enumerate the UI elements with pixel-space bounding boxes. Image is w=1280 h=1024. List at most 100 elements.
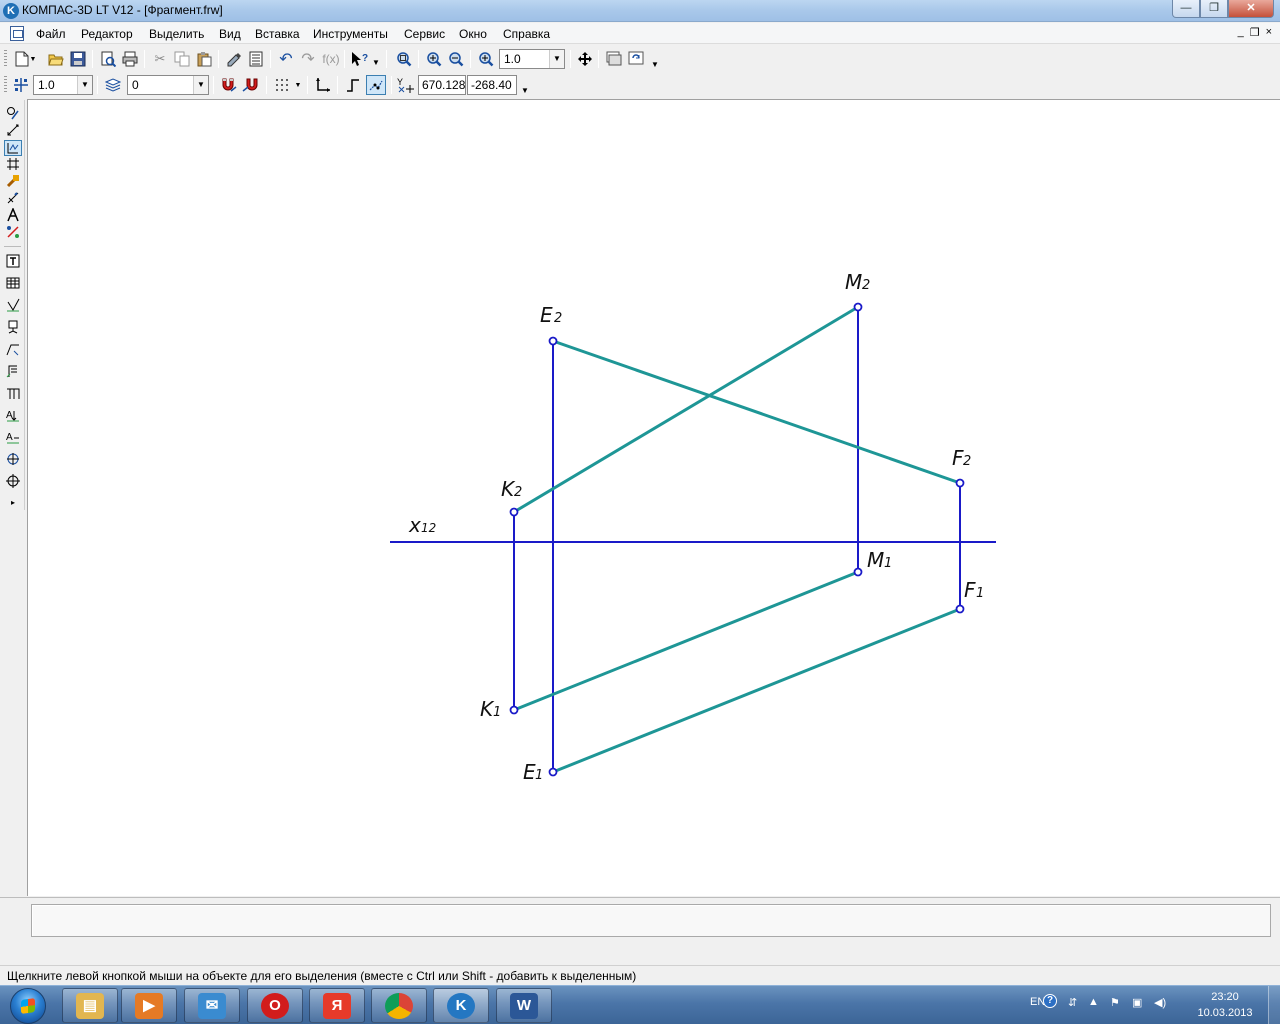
- show-desktop-button[interactable]: [1268, 986, 1280, 1024]
- dimensions-icon[interactable]: [4, 123, 22, 139]
- taskbar-media-player[interactable]: ▶: [121, 988, 177, 1023]
- undo-icon[interactable]: ↶: [276, 49, 296, 69]
- cut-line-icon[interactable]: A: [4, 408, 22, 424]
- paste-icon[interactable]: [194, 49, 214, 69]
- local-cs-icon[interactable]: [313, 75, 333, 95]
- help-icon[interactable]: ?: [1043, 994, 1057, 1008]
- snap-magnet-icon[interactable]: [219, 75, 239, 95]
- menu-select[interactable]: Выделить: [149, 27, 204, 41]
- menu-window[interactable]: Окно: [459, 27, 487, 41]
- action-center-flag-icon[interactable]: ⚑: [1110, 996, 1120, 1009]
- open-folder-icon[interactable]: [46, 49, 66, 69]
- start-button[interactable]: [2, 987, 54, 1024]
- zoom-in-icon[interactable]: [424, 49, 444, 69]
- point-m2[interactable]: [853, 302, 863, 312]
- cursor-step-combo[interactable]: 1.0 ▼: [33, 75, 93, 95]
- drawing-canvas[interactable]: x 12 E 2 M 2 K 2 F 2 M 1 F 1 K 1 E 1: [27, 99, 1280, 896]
- minimize-button[interactable]: —: [1172, 0, 1200, 18]
- roughness-icon[interactable]: [4, 298, 22, 314]
- segment-e2-f2[interactable]: [552, 339, 961, 485]
- mdi-minimize-button[interactable]: _: [1238, 26, 1244, 39]
- point-e2[interactable]: [548, 336, 558, 346]
- help-pointer-icon[interactable]: ?: [350, 49, 370, 69]
- taskbar-chrome[interactable]: [371, 988, 427, 1023]
- point-f2[interactable]: [955, 478, 965, 488]
- volume-icon[interactable]: ◀): [1154, 996, 1166, 1009]
- geometry-icon[interactable]: [4, 106, 22, 122]
- axis-icon[interactable]: [4, 474, 22, 490]
- toolbar-overflow-icon[interactable]: ▼: [651, 60, 659, 69]
- panel-overflow-icon[interactable]: ▸: [4, 495, 22, 511]
- toolbar-grip[interactable]: [4, 50, 7, 68]
- taskbar-explorer[interactable]: ▤: [62, 988, 118, 1023]
- refresh-icon[interactable]: [626, 49, 646, 69]
- grid-dropdown-icon[interactable]: ▼: [292, 75, 304, 95]
- menu-view[interactable]: Вид: [219, 27, 241, 41]
- mdi-restore-button[interactable]: ❐: [1250, 26, 1260, 39]
- kompas-app-icon[interactable]: K: [3, 3, 19, 19]
- redo-icon[interactable]: ↷: [298, 49, 318, 69]
- save-icon[interactable]: [68, 49, 88, 69]
- print-preview-icon[interactable]: [98, 49, 118, 69]
- menu-file[interactable]: Файл: [36, 27, 66, 41]
- ortho-mode-icon[interactable]: [343, 75, 363, 95]
- step-cursor-icon[interactable]: [11, 75, 31, 95]
- new-dropdown-icon[interactable]: ▼: [28, 49, 38, 69]
- editing-icon[interactable]: [4, 157, 22, 173]
- segment-k2-m2[interactable]: [513, 305, 859, 514]
- variables-icon[interactable]: [4, 225, 22, 241]
- menu-help[interactable]: Справка: [503, 27, 550, 41]
- properties-icon[interactable]: [246, 49, 266, 69]
- document-icon[interactable]: [10, 26, 24, 41]
- menu-editor[interactable]: Редактор: [81, 27, 133, 41]
- menu-tools[interactable]: Инструменты: [313, 27, 388, 41]
- zoom-scale-icon[interactable]: [476, 49, 496, 69]
- tolerance-icon[interactable]: [4, 364, 22, 380]
- table-icon[interactable]: [4, 276, 22, 292]
- print-icon[interactable]: [120, 49, 140, 69]
- parametrization-icon[interactable]: [4, 174, 22, 190]
- format-painter-icon[interactable]: [224, 49, 244, 69]
- parametric-mode-icon[interactable]: [366, 75, 386, 95]
- point-e1[interactable]: [548, 767, 558, 777]
- taskbar-mail[interactable]: ✉: [184, 988, 240, 1023]
- local-snap-icon[interactable]: [241, 75, 261, 95]
- designations-icon[interactable]: [4, 140, 22, 156]
- base-icon[interactable]: [4, 320, 22, 336]
- clock-date[interactable]: 10.03.2013: [1185, 1007, 1265, 1019]
- layer-icon[interactable]: [103, 75, 123, 95]
- taskbar-kompas[interactable]: K: [433, 988, 489, 1023]
- point-k1[interactable]: [509, 705, 519, 715]
- measurements-icon[interactable]: [4, 191, 22, 207]
- zoom-window-icon[interactable]: [394, 49, 414, 69]
- grid-icon[interactable]: [272, 75, 292, 95]
- network-icon[interactable]: ▣: [1132, 996, 1142, 1009]
- chevron-down-icon[interactable]: ▼: [193, 76, 208, 94]
- point-f1[interactable]: [955, 604, 965, 614]
- taskbar-opera[interactable]: O: [247, 988, 303, 1023]
- maximize-button[interactable]: ❐: [1200, 0, 1228, 18]
- toolbar-grip[interactable]: [4, 76, 7, 94]
- taskbar-yandex[interactable]: Я: [309, 988, 365, 1023]
- segment-e1-f1[interactable]: [552, 607, 961, 774]
- chevron-down-icon[interactable]: ▼: [77, 76, 92, 94]
- zoom-combo[interactable]: 1.0 ▼: [499, 49, 565, 69]
- clock-time[interactable]: 23:20: [1185, 991, 1265, 1003]
- menu-insert[interactable]: Вставка: [255, 27, 300, 41]
- toolbar-overflow-icon[interactable]: ▼: [372, 58, 380, 67]
- section-icon[interactable]: A: [4, 430, 22, 446]
- show-hidden-icons-icon[interactable]: ▲: [1088, 996, 1099, 1008]
- cut-icon[interactable]: ✂: [150, 49, 170, 69]
- mdi-close-button[interactable]: ×: [1266, 26, 1272, 39]
- point-k2[interactable]: [509, 507, 519, 517]
- copy-icon[interactable]: [172, 49, 192, 69]
- layer-manager-icon[interactable]: [604, 49, 624, 69]
- tray-overflow-icon[interactable]: ⇵: [1068, 996, 1077, 1009]
- taskbar-word[interactable]: W: [496, 988, 552, 1023]
- pan-icon[interactable]: [575, 49, 595, 69]
- current-layer-combo[interactable]: 0 ▼: [127, 75, 209, 95]
- x-coordinate-field[interactable]: 670.128: [418, 75, 466, 95]
- menu-service[interactable]: Сервис: [404, 27, 445, 41]
- selection-icon[interactable]: [4, 207, 22, 224]
- chevron-down-icon[interactable]: ▼: [549, 50, 564, 68]
